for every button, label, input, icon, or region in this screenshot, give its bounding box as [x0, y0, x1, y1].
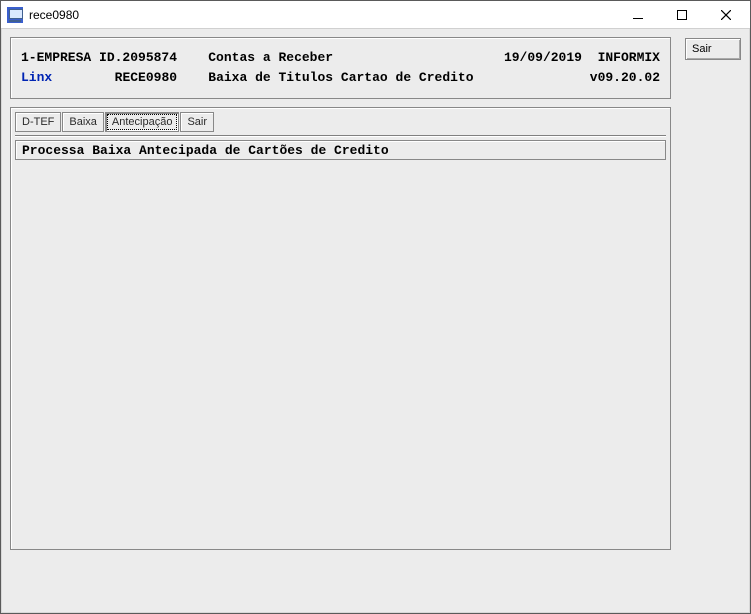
menu-item-sair[interactable]: Sair: [180, 112, 214, 132]
close-icon: [721, 10, 731, 20]
header-row-2: Linx RECE0980 Baixa de Titulos Cartao de…: [21, 68, 660, 88]
main-area: 1-EMPRESA ID.2095874 Contas a Receber 19…: [10, 37, 671, 602]
maximize-icon: [677, 10, 687, 20]
titlebar: rece0980: [1, 1, 750, 29]
module-label: Contas a Receber: [208, 48, 333, 68]
menu-item-dtef[interactable]: D-TEF: [15, 112, 61, 132]
company-label: 1-EMPRESA ID.2095874: [21, 48, 177, 68]
window-controls: [616, 2, 748, 28]
minimize-button[interactable]: [616, 2, 660, 28]
app-window: rece0980 1-EMPRESA ID.2095874 Contas a R…: [0, 0, 751, 614]
maximize-button[interactable]: [660, 2, 704, 28]
date-label: 19/09/2019: [504, 48, 582, 68]
system-label: INFORMIX: [598, 48, 660, 68]
header-row-1: 1-EMPRESA ID.2095874 Contas a Receber 19…: [21, 48, 660, 68]
app-icon: [7, 7, 23, 23]
program-label: RECE0980: [115, 68, 177, 88]
close-button[interactable]: [704, 2, 748, 28]
menubar: D-TEF Baixa Antecipação Sair: [15, 112, 666, 132]
client-area: 1-EMPRESA ID.2095874 Contas a Receber 19…: [1, 29, 750, 613]
minimize-icon: [633, 10, 643, 20]
menu-item-antecipacao[interactable]: Antecipação: [105, 112, 180, 132]
sair-button[interactable]: Sair: [685, 38, 741, 60]
version-label: v09.20.02: [590, 68, 660, 88]
menu-panel: D-TEF Baixa Antecipação Sair Processa Ba…: [10, 107, 671, 550]
menu-item-baixa[interactable]: Baixa: [62, 112, 104, 132]
side-panel: Sair: [683, 37, 741, 602]
window-title: rece0980: [29, 8, 79, 22]
header-panel: 1-EMPRESA ID.2095874 Contas a Receber 19…: [10, 37, 671, 99]
program-title: Baixa de Titulos Cartao de Credito: [208, 68, 473, 88]
status-line: Processa Baixa Antecipada de Cartões de …: [15, 140, 666, 160]
vendor-label: Linx: [21, 68, 52, 88]
content-area: [15, 160, 666, 545]
